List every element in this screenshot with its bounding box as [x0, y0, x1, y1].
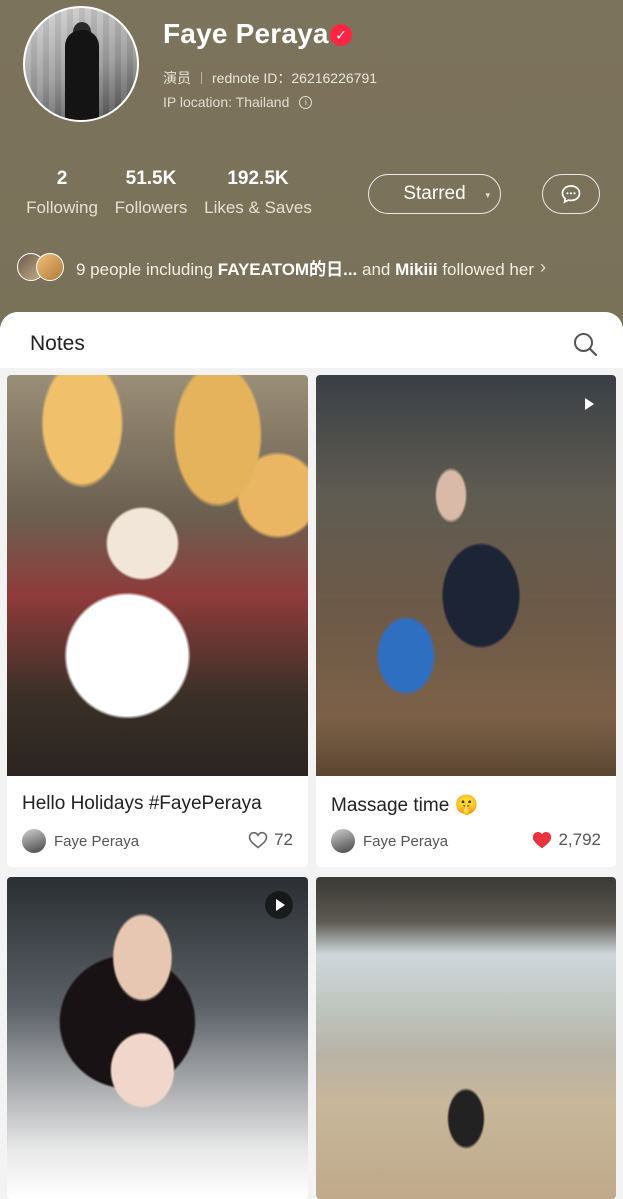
tab-bar: Notes — [0, 312, 623, 368]
chevron-right-icon: › — [540, 256, 546, 277]
avatar-figure — [65, 30, 99, 120]
follower-name: Mikiii — [395, 259, 438, 279]
heart-filled-icon — [533, 831, 552, 849]
starred-button[interactable]: Starred ▾ — [368, 174, 501, 214]
followed-middle: and — [357, 259, 396, 279]
like-button[interactable]: 72 — [248, 830, 293, 850]
note-cover-image — [7, 877, 308, 1199]
note-card[interactable]: Hello Holidays #FayePeraya Faye Peraya 7… — [7, 375, 308, 867]
author-name: Faye Peraya — [54, 832, 140, 850]
message-button[interactable] — [542, 174, 600, 214]
stat-label: Followers — [114, 198, 188, 217]
stat-label: Following — [26, 198, 98, 217]
note-author[interactable]: Faye Peraya — [331, 829, 448, 853]
info-icon[interactable]: i — [299, 95, 313, 109]
followed-prefix: 9 people including — [76, 259, 218, 279]
stat-label: Likes & Saves — [204, 198, 312, 217]
video-play-icon — [265, 891, 293, 919]
followed-by-row[interactable]: 9 people including FAYEATOM的日... and Mik… — [17, 253, 546, 281]
profile-meta: 演员 rednote ID：26216226791 — [163, 68, 377, 88]
stat-likes-saves[interactable]: 192.5K Likes & Saves — [202, 168, 314, 218]
profile-header: Faye Peraya ✓ 演员 rednote ID：26216226791 … — [0, 0, 623, 330]
author-avatar — [22, 829, 46, 853]
notes-panel: Notes Hello Holidays #FayePeraya Faye Pe… — [0, 312, 623, 1199]
tab-notes[interactable]: Notes — [30, 332, 85, 356]
stat-value: 51.5K — [125, 168, 177, 189]
profile-role: 演员 — [163, 70, 191, 86]
follower-avatar — [36, 253, 64, 281]
note-card[interactable] — [316, 877, 616, 1199]
followed-suffix: followed her — [437, 259, 534, 279]
author-avatar — [331, 829, 355, 853]
note-card[interactable] — [7, 877, 308, 1199]
like-button[interactable]: 2,792 — [532, 830, 601, 850]
like-count: 2,792 — [558, 830, 601, 849]
note-author[interactable]: Faye Peraya — [22, 829, 139, 853]
ip-location: IP location: Thailand — [163, 94, 290, 110]
stat-following[interactable]: 2 Following — [23, 168, 101, 218]
note-cover-image — [7, 375, 308, 776]
profile-name: Faye Peraya — [163, 18, 329, 49]
profile-avatar[interactable] — [23, 6, 139, 122]
note-card[interactable]: Massage time 🤫 Faye Peraya 2,792 — [316, 375, 616, 867]
like-count: 72 — [274, 830, 293, 849]
note-cover-image — [316, 877, 616, 1199]
note-title: Hello Holidays #FayePeraya — [22, 793, 262, 814]
follower-name: FAYEATOM的日... — [217, 259, 358, 279]
heart-outline-icon — [248, 831, 268, 849]
search-icon[interactable] — [572, 331, 598, 357]
verified-icon: ✓ — [330, 24, 352, 46]
author-name: Faye Peraya — [363, 832, 449, 850]
ip-location-row: IP location: Thailand i — [163, 94, 313, 110]
note-title: Massage time 🤫 — [331, 795, 479, 816]
stat-value: 192.5K — [227, 168, 289, 189]
starred-label: Starred — [403, 183, 466, 204]
meta-divider — [201, 72, 202, 84]
stat-followers[interactable]: 51.5K Followers — [112, 168, 190, 218]
chevron-down-icon: ▾ — [485, 190, 490, 200]
stat-value: 2 — [56, 168, 68, 189]
followed-by-text: 9 people including FAYEATOM的日... and Mik… — [76, 255, 534, 280]
video-play-icon — [574, 390, 602, 418]
chat-bubble-icon — [561, 185, 581, 204]
profile-rednote-id[interactable]: rednote ID：26216226791 — [212, 68, 377, 88]
note-cover-image — [316, 375, 616, 776]
